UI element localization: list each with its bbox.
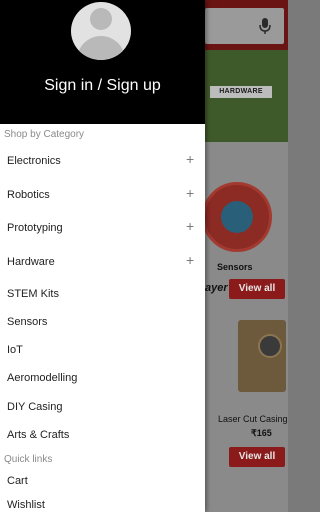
view-all-button[interactable]: View all [229,447,285,467]
category-label: STEM Kits [7,288,59,300]
category-item-aeromodelling[interactable]: Aeromodelling [0,366,205,394]
category-item-diy-casing[interactable]: DIY Casing [0,395,205,423]
shop-by-category-label: Shop by Category [4,129,85,140]
category-item-robotics[interactable]: Robotics + [0,183,205,211]
banner-label: HARDWARE [210,86,272,98]
category-label: IoT [7,344,23,356]
quick-links-label: Quick links [4,454,53,465]
quick-link-wishlist[interactable]: Wishlist [0,493,205,512]
camera-lens-icon [258,334,282,358]
expand-plus-icon[interactable]: + [186,152,194,166]
category-item-electronics[interactable]: Electronics + [0,149,205,177]
quick-link-label: Cart [7,475,28,487]
avatar-body [77,36,125,60]
sign-in-link[interactable]: Sign in / Sign up [0,77,205,95]
category-item-hardware[interactable]: Hardware + [0,250,205,278]
category-item-stem-kits[interactable]: STEM Kits [0,282,205,310]
expand-plus-icon[interactable]: + [186,186,194,200]
section-title: ayer [205,282,228,294]
category-item-prototyping[interactable]: Prototyping + [0,216,205,244]
category-label: Hardware [7,256,55,268]
navigation-drawer: Sign in / Sign up Shop by Category Elect… [0,0,205,512]
drawer-header: Sign in / Sign up [0,0,205,124]
quick-link-label: Wishlist [7,499,45,511]
category-item-arts-crafts[interactable]: Arts & Crafts [0,423,205,451]
avatar-head [90,8,112,30]
sensors-category-label: Sensors [217,262,253,272]
search-bar[interactable] [205,8,284,44]
expand-plus-icon[interactable]: + [186,253,194,267]
category-label: DIY Casing [7,401,63,413]
expand-plus-icon[interactable]: + [186,219,194,233]
category-label: Prototyping [7,222,63,234]
category-item-sensors[interactable]: Sensors [0,310,205,338]
category-label: Sensors [7,316,48,328]
product-name[interactable]: Laser Cut Casing [218,414,288,424]
mic-icon[interactable] [258,17,272,35]
category-item-iot[interactable]: IoT [0,338,205,366]
product-price: ₹165 [251,428,272,438]
view-all-button[interactable]: View all [229,279,285,299]
category-label: Electronics [7,155,61,167]
category-label: Aeromodelling [7,372,78,384]
category-label: Robotics [7,189,50,201]
avatar-icon[interactable] [71,2,131,60]
wifi-icon [221,201,253,233]
category-label: Arts & Crafts [7,429,70,441]
product-image[interactable] [238,320,286,392]
